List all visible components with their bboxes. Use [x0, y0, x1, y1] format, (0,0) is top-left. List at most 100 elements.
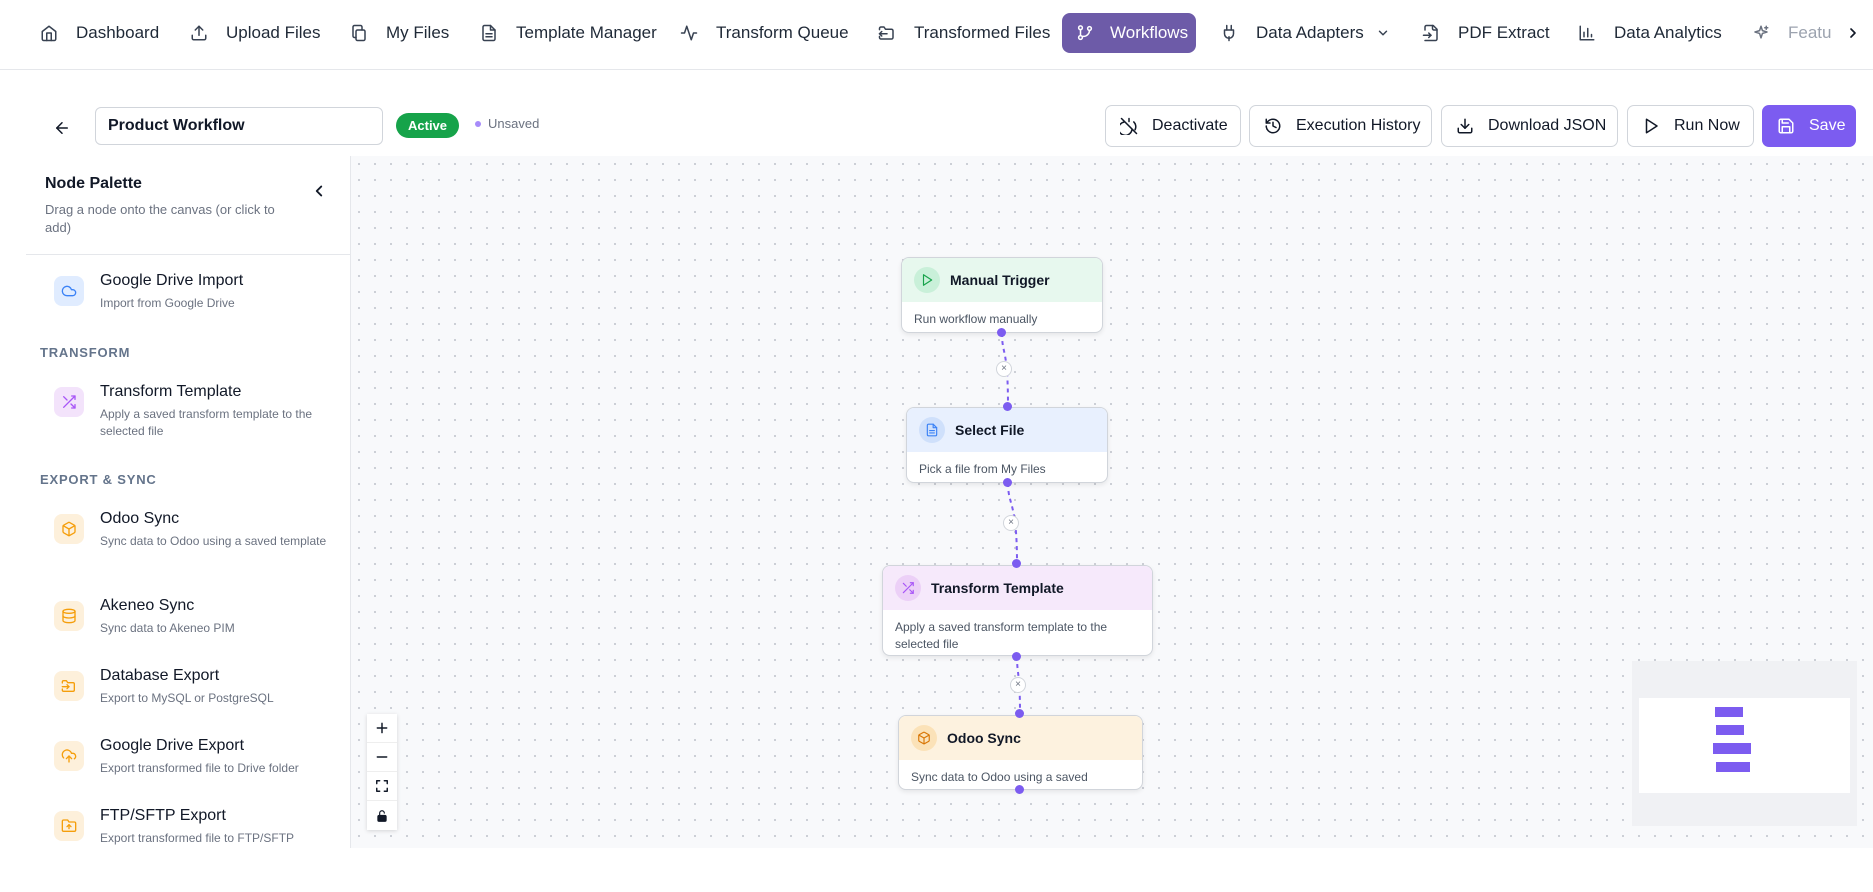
- nav-label: Workflows: [1110, 23, 1189, 42]
- node-header: Transform Template: [883, 566, 1152, 610]
- deactivate-label: Deactivate: [1152, 117, 1228, 134]
- lock-icon: [377, 809, 387, 822]
- palette-node-database-export[interactable]: Database Export Export to MySQL or Postg…: [54, 667, 344, 711]
- nav-data-adapters[interactable]: Data Adapters: [1180, 13, 1404, 53]
- folder-output-icon: [878, 26, 894, 40]
- document-icon: [482, 24, 496, 42]
- palette-node-name: Akeneo Sync: [100, 597, 195, 614]
- top-navigation: Dashboard Upload Files My Files Template…: [0, 0, 1873, 70]
- files-icon: [352, 24, 366, 42]
- section-label-transform: TRANSFORM: [40, 345, 131, 360]
- palette-header: Node Palette Drag a node onto the canvas…: [26, 156, 350, 255]
- nav-scroll-right-button[interactable]: [1833, 13, 1873, 53]
- cloud-upload-icon: [54, 741, 84, 771]
- workflow-node-odoo-sync[interactable]: Odoo Sync Sync data to Odoo using a save…: [898, 715, 1143, 790]
- upload-icon: [191, 25, 207, 41]
- output-handle[interactable]: [1003, 478, 1012, 487]
- run-now-label: Run Now: [1674, 117, 1740, 134]
- play-icon: [914, 267, 940, 293]
- palette-node-google-drive-export[interactable]: Google Drive Export Export transformed f…: [54, 737, 344, 781]
- folder-output-icon: [54, 671, 84, 701]
- palette-node-name: Odoo Sync: [100, 510, 180, 527]
- input-handle[interactable]: [1015, 709, 1024, 718]
- palette-node-transform-template[interactable]: Transform Template Apply a saved transfo…: [54, 383, 344, 438]
- collapse-palette-button[interactable]: [310, 182, 328, 200]
- palette-node-desc: Apply a saved transform template to the …: [100, 407, 313, 438]
- delete-edge-button[interactable]: ×: [1010, 677, 1026, 693]
- nav-features[interactable]: Featu: [1712, 13, 1845, 53]
- output-handle[interactable]: [997, 328, 1006, 337]
- minimap-node: [1715, 707, 1743, 717]
- zoom-in-button[interactable]: [367, 714, 397, 743]
- lock-view-button[interactable]: [367, 801, 397, 830]
- node-title: Transform Template: [931, 580, 1064, 596]
- zoom-out-button[interactable]: [367, 743, 397, 772]
- fit-view-button[interactable]: [367, 772, 397, 801]
- palette-node-name: Google Drive Import: [100, 272, 244, 289]
- node-header: Odoo Sync: [899, 716, 1142, 760]
- execution-history-button[interactable]: Execution History: [1249, 105, 1432, 147]
- palette-node-desc: Export transformed file to Drive folder: [100, 761, 299, 775]
- nav-transform-queue[interactable]: Transform Queue: [640, 13, 863, 53]
- palette-node-name: Transform Template: [100, 383, 242, 400]
- workflow-node-transform-template[interactable]: Transform Template Apply a saved transfo…: [882, 565, 1153, 656]
- input-handle[interactable]: [1003, 402, 1012, 411]
- unsaved-dot-icon: [475, 120, 481, 127]
- workflow-name-input[interactable]: [95, 107, 383, 145]
- delete-edge-button[interactable]: ×: [996, 361, 1012, 377]
- palette-node-name: FTP/SFTP Export: [100, 807, 226, 824]
- workflow-node-select-file[interactable]: Select File Pick a file from My Files: [906, 407, 1108, 483]
- nav-label: Upload Files: [226, 23, 321, 42]
- back-button[interactable]: [48, 114, 76, 142]
- node-title: Manual Trigger: [950, 272, 1050, 288]
- palette-node-desc: Import from Google Drive: [100, 296, 235, 310]
- zoom-controls: [367, 714, 397, 830]
- input-handle[interactable]: [1012, 559, 1021, 568]
- save-label: Save: [1809, 117, 1846, 134]
- palette-node-ftp-sftp-export[interactable]: FTP/SFTP Export Export transformed file …: [54, 807, 344, 848]
- minus-icon: [376, 756, 388, 758]
- plus-icon: [376, 722, 388, 734]
- shuffle-icon: [54, 387, 84, 417]
- nav-label: Dashboard: [76, 23, 160, 42]
- folder-plus-icon: [54, 811, 84, 841]
- save-button[interactable]: Save: [1762, 105, 1856, 147]
- palette-node-desc: Sync data to Akeneo PIM: [100, 621, 235, 635]
- nav-data-analytics[interactable]: Data Analytics: [1538, 13, 1736, 53]
- nav-label: Transformed Files: [914, 23, 1051, 42]
- nav-label: Transform Queue: [716, 23, 849, 42]
- cloud-icon: [54, 276, 84, 306]
- delete-edge-button[interactable]: ×: [1003, 515, 1019, 531]
- save-icon: [1778, 118, 1794, 134]
- nav-upload-files[interactable]: Upload Files: [150, 13, 335, 53]
- nav-pdf-extract[interactable]: PDF Extract: [1382, 13, 1564, 53]
- node-title: Odoo Sync: [947, 730, 1021, 746]
- palette-node-google-drive-import[interactable]: Google Drive Import Import from Google D…: [54, 272, 344, 316]
- nav-transformed-files[interactable]: Transformed Files: [838, 13, 1064, 53]
- palette-node-akeneo-sync[interactable]: Akeneo Sync Sync data to Akeneo PIM: [54, 597, 344, 641]
- download-json-button[interactable]: Download JSON: [1441, 105, 1618, 147]
- workflow-node-manual-trigger[interactable]: Manual Trigger Run workflow manually: [901, 257, 1103, 333]
- nav-template-manager[interactable]: Template Manager: [440, 13, 671, 53]
- chevron-right-icon: [1850, 28, 1856, 38]
- download-icon: [1457, 118, 1473, 134]
- unsaved-label: Unsaved: [488, 116, 540, 131]
- palette-node-odoo-sync[interactable]: Odoo Sync Sync data to Odoo using a save…: [54, 510, 344, 560]
- minimap[interactable]: [1632, 661, 1857, 826]
- nav-label: Template Manager: [516, 23, 657, 42]
- shuffle-icon: [895, 575, 921, 601]
- palette-node-desc: Export transformed file to FTP/SFTP: [100, 831, 295, 845]
- deactivate-button[interactable]: Deactivate: [1105, 105, 1241, 147]
- git-branch-icon: [1077, 25, 1093, 41]
- workflow-canvas[interactable]: Manual Trigger Run workflow manually × S…: [351, 156, 1873, 848]
- output-handle[interactable]: [1012, 652, 1021, 661]
- nav-workflows[interactable]: Workflows: [1062, 13, 1196, 53]
- run-now-button[interactable]: Run Now: [1627, 105, 1754, 147]
- node-title: Select File: [955, 422, 1025, 438]
- file-import-icon: [1422, 24, 1438, 42]
- nav-dashboard[interactable]: Dashboard: [0, 13, 173, 53]
- section-label-export-sync: EXPORT & SYNC: [40, 472, 157, 487]
- output-handle[interactable]: [1015, 785, 1024, 794]
- workflow-toolbar: Active Unsaved Deactivate Execution Hist…: [0, 100, 1873, 156]
- minimap-node: [1716, 762, 1750, 772]
